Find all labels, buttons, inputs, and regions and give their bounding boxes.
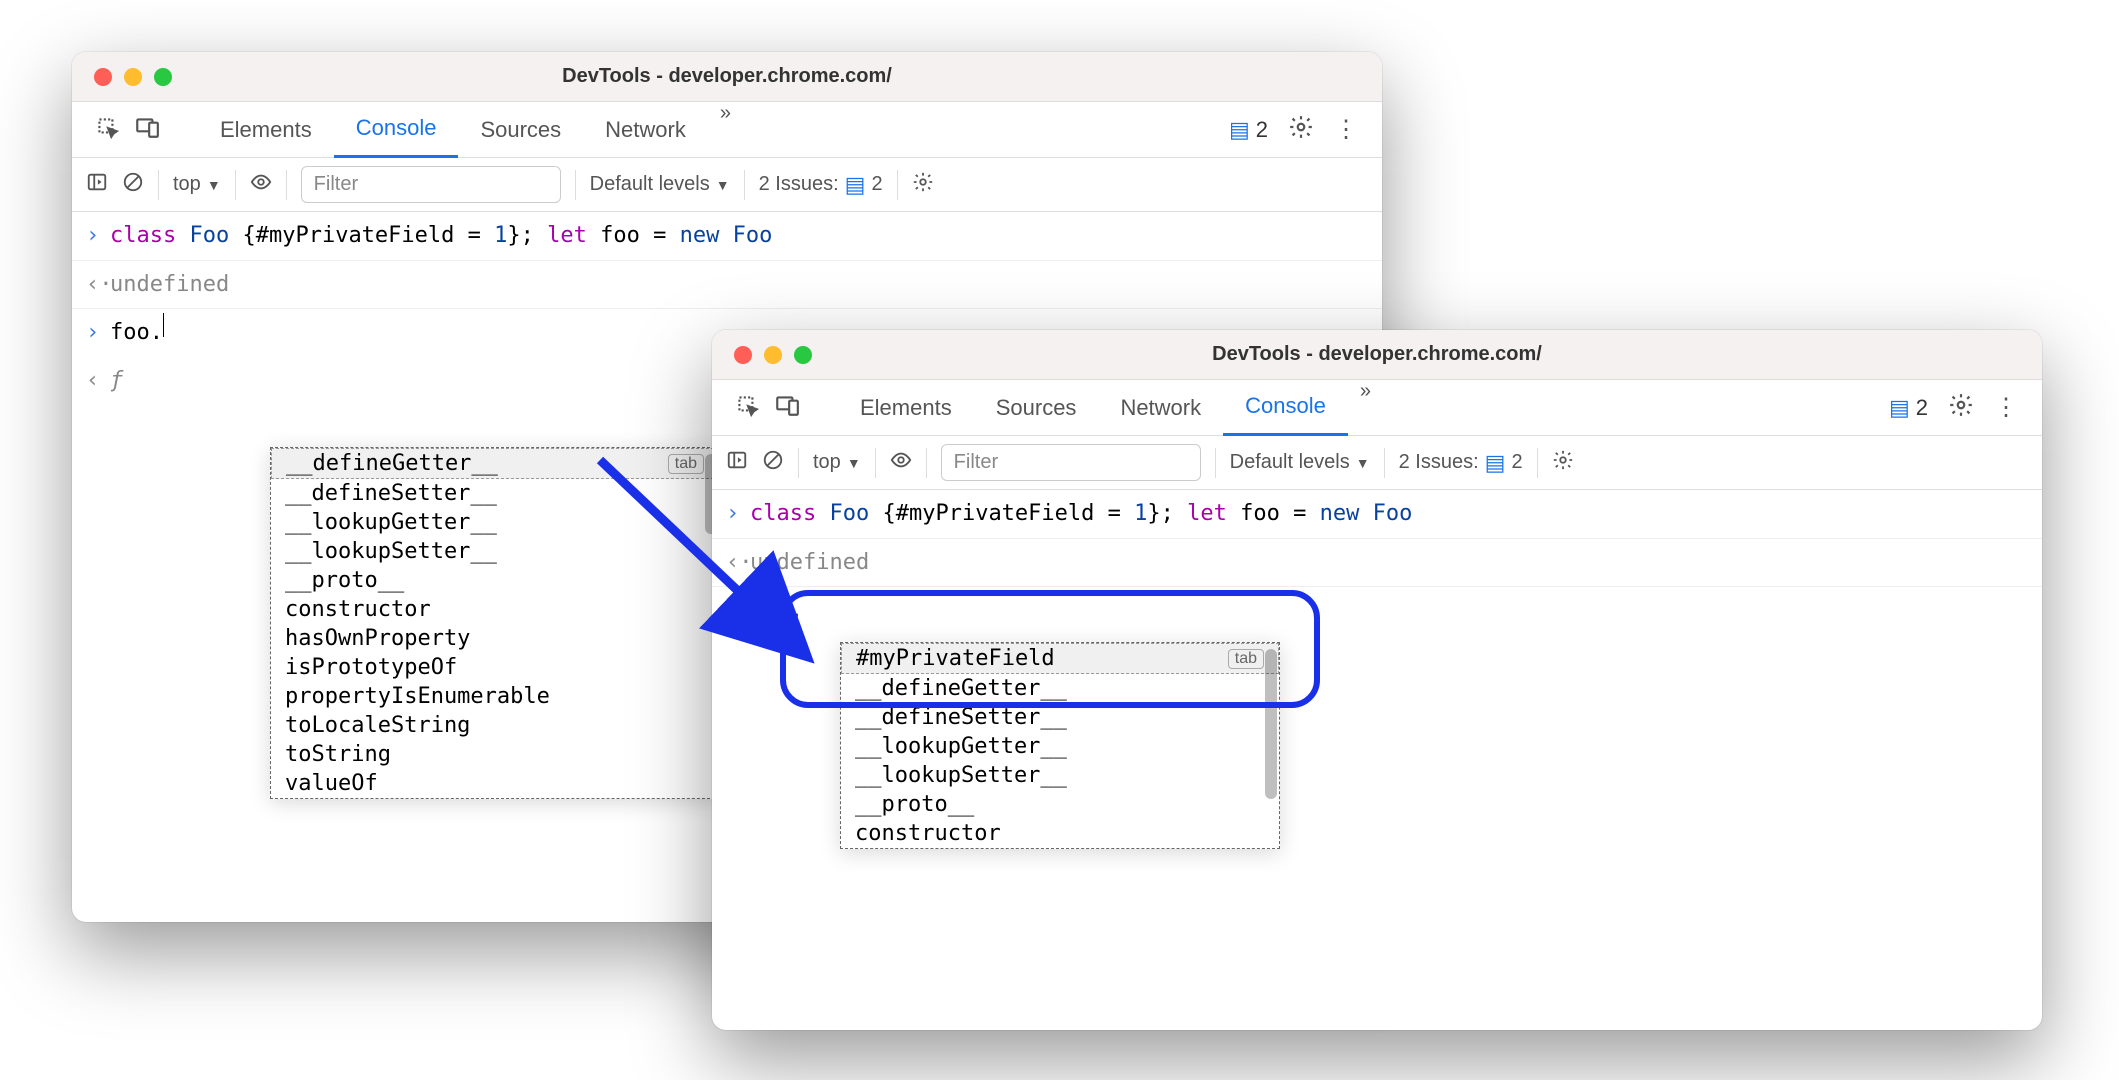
output-prompt-icon: ‹· xyxy=(86,265,110,305)
filter-input[interactable]: Filter xyxy=(941,444,1201,481)
devtools-tabs: Elements Console Sources Network » ▤ 2 ⋮ xyxy=(72,102,1382,158)
kebab-menu-icon[interactable]: ⋮ xyxy=(1994,393,2018,422)
device-toggle-icon[interactable] xyxy=(774,392,800,423)
input-prompt-icon: › xyxy=(86,216,110,256)
kebab-menu-icon[interactable]: ⋮ xyxy=(1334,115,1358,144)
filter-input[interactable]: Filter xyxy=(301,166,561,203)
console-input-row: › class Foo {#myPrivateField = 1}; let f… xyxy=(712,490,2042,539)
more-tabs-icon[interactable]: » xyxy=(1348,380,1383,436)
tab-key-badge: tab xyxy=(1228,649,1264,669)
input-prompt-icon: › xyxy=(86,313,110,353)
autocomplete-item[interactable]: __proto__ xyxy=(841,790,1279,819)
maximize-icon[interactable] xyxy=(794,346,812,364)
console-input-row[interactable]: › foo. xyxy=(712,587,2042,635)
autocomplete-item[interactable]: __lookupSetter__ xyxy=(841,761,1279,790)
settings-icon[interactable] xyxy=(1288,114,1314,145)
autocomplete-item[interactable]: __defineGetter__ xyxy=(841,674,1279,703)
issues-link[interactable]: 2 Issues: ▤ 2 xyxy=(1399,450,1523,476)
autocomplete-item[interactable]: toLocaleString xyxy=(271,711,719,740)
issues-indicator[interactable]: ▤ 2 xyxy=(1889,395,1928,421)
titlebar: DevTools - developer.chrome.com/ xyxy=(72,52,1382,102)
console-input-row: › class Foo {#myPrivateField = 1}; let f… xyxy=(72,212,1382,261)
eye-icon[interactable] xyxy=(890,449,912,477)
console-toolbar: top▼ Filter Default levels▼ 2 Issues: ▤ … xyxy=(72,158,1382,212)
console-code: class Foo {#myPrivateField = 1}; let foo… xyxy=(750,494,1412,534)
console-settings-icon[interactable] xyxy=(1552,449,1574,477)
console-input[interactable]: foo. xyxy=(110,313,163,353)
tab-console[interactable]: Console xyxy=(1223,380,1348,436)
issues-link[interactable]: 2 Issues: ▤ 2 xyxy=(759,172,883,198)
console-body: › class Foo {#myPrivateField = 1}; let f… xyxy=(712,490,2042,635)
autocomplete-item[interactable]: toString xyxy=(271,740,719,769)
autocomplete-item[interactable]: valueOf xyxy=(271,769,719,798)
autocomplete-item[interactable]: __lookupGetter__ xyxy=(841,732,1279,761)
function-glyph: ƒ xyxy=(110,361,123,401)
context-selector[interactable]: top▼ xyxy=(173,173,221,196)
titlebar: DevTools - developer.chrome.com/ xyxy=(712,330,2042,380)
tab-network[interactable]: Network xyxy=(1098,380,1223,436)
autocomplete-item[interactable]: constructor xyxy=(841,819,1279,848)
issues-indicator[interactable]: ▤ 2 xyxy=(1229,117,1268,143)
log-levels-selector[interactable]: Default levels▼ xyxy=(590,173,730,196)
message-icon: ▤ xyxy=(1889,395,1910,421)
devtools-tabs: Elements Sources Network Console » ▤ 2 ⋮ xyxy=(712,380,2042,436)
message-icon: ▤ xyxy=(1485,450,1506,476)
console-code: class Foo {#myPrivateField = 1}; let foo… xyxy=(110,216,772,256)
issues-count: 2 xyxy=(1256,117,1268,143)
inspect-icon[interactable] xyxy=(94,114,120,145)
window-title: DevTools - developer.chrome.com/ xyxy=(1212,343,1542,366)
console-output-row: ‹· undefined xyxy=(712,539,2042,588)
console-output-row: ‹· undefined xyxy=(72,261,1382,310)
scrollbar[interactable] xyxy=(1265,649,1277,799)
minimize-icon[interactable] xyxy=(124,68,142,86)
console-settings-icon[interactable] xyxy=(912,171,934,199)
tab-sources[interactable]: Sources xyxy=(458,102,583,158)
more-tabs-icon[interactable]: » xyxy=(708,102,743,158)
tab-sources[interactable]: Sources xyxy=(974,380,1099,436)
log-levels-selector[interactable]: Default levels▼ xyxy=(1230,451,1370,474)
tab-network[interactable]: Network xyxy=(583,102,708,158)
maximize-icon[interactable] xyxy=(154,68,172,86)
close-icon[interactable] xyxy=(734,346,752,364)
sidebar-toggle-icon[interactable] xyxy=(86,171,108,199)
tab-elements[interactable]: Elements xyxy=(198,102,334,158)
autocomplete-item[interactable]: #myPrivateField tab xyxy=(841,643,1279,674)
minimize-icon[interactable] xyxy=(764,346,782,364)
close-icon[interactable] xyxy=(94,68,112,86)
device-toggle-icon[interactable] xyxy=(134,114,160,145)
autocomplete-item[interactable]: propertyIsEnumerable xyxy=(271,682,719,711)
clear-console-icon[interactable] xyxy=(122,171,144,199)
inspect-icon[interactable] xyxy=(734,392,760,423)
message-icon: ▤ xyxy=(845,172,866,198)
tab-elements[interactable]: Elements xyxy=(838,380,974,436)
message-icon: ▤ xyxy=(1229,117,1250,143)
autocomplete-popup[interactable]: #myPrivateField tab __defineGetter__ __d… xyxy=(840,642,1280,849)
tab-console[interactable]: Console xyxy=(334,102,459,158)
issues-count: 2 xyxy=(1916,395,1928,421)
arrow-annotation xyxy=(590,450,830,670)
output-prompt-icon: ‹ xyxy=(86,361,110,401)
console-output: undefined xyxy=(110,265,229,305)
autocomplete-item[interactable]: __defineSetter__ xyxy=(841,703,1279,732)
window-title: DevTools - developer.chrome.com/ xyxy=(562,65,892,88)
settings-icon[interactable] xyxy=(1948,392,1974,423)
console-toolbar: top▼ Filter Default levels▼ 2 Issues: ▤ … xyxy=(712,436,2042,490)
eye-icon[interactable] xyxy=(250,171,272,199)
